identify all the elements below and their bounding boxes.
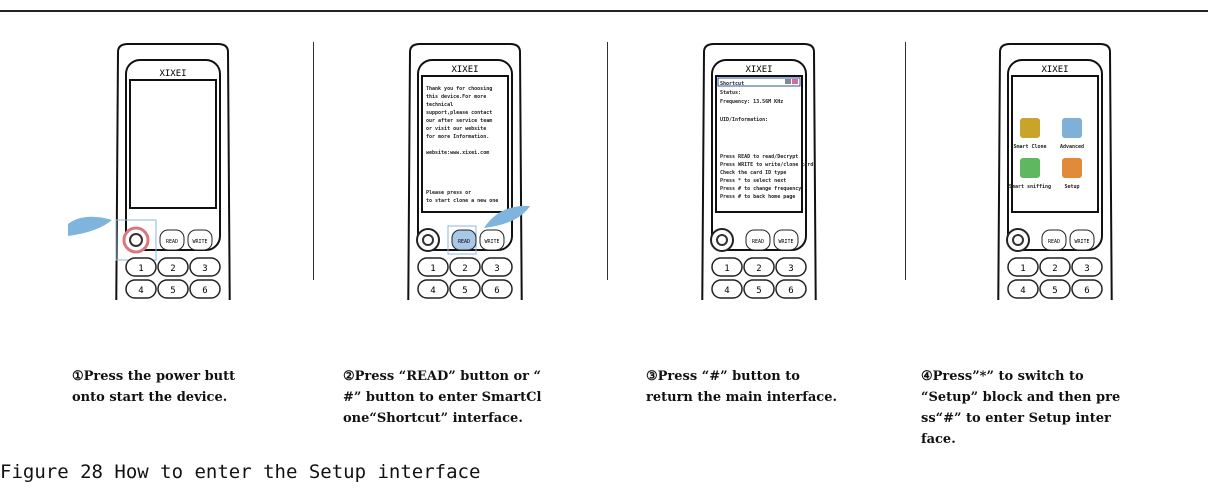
screen-hint: Check the card ID type — [720, 170, 786, 176]
svg-text:READ: READ — [458, 239, 470, 245]
screen-hint: Press * to select next — [720, 178, 786, 184]
smart-sniffing-icon — [1020, 158, 1040, 178]
keypad-key-label: 6 — [202, 286, 207, 296]
keypad-key-label: 5 — [1052, 286, 1057, 296]
screen-line: Frequency: 13.56M KHz — [720, 99, 783, 105]
svg-text:WRITE: WRITE — [778, 239, 793, 245]
brand-label: XIXEI — [745, 65, 772, 75]
keypad-key-label: 6 — [788, 286, 793, 296]
step-1-caption: ①Press the power butt onto start the dev… — [72, 369, 236, 405]
keypad-key-label: 4 — [1020, 286, 1025, 296]
device-screen — [129, 79, 217, 209]
read-key-label: READ — [166, 239, 178, 245]
keypad-key-label: 5 — [462, 286, 467, 296]
brand-label: XIXEI — [1041, 65, 1068, 75]
screen-line: to start clone a new one — [426, 198, 498, 204]
keypad-key-label: 3 — [1084, 264, 1089, 274]
step-4-figure: XIXEI Smart Clone Advanced Smart sniffin… — [940, 0, 1135, 343]
hand-pointer-icon — [68, 216, 112, 236]
step-2-caption: ②Press “READ” button or “ #” button to e… — [343, 369, 542, 426]
step-1-figure: XIXEI READ WRITE 123456789*0# — [68, 0, 238, 343]
keypad-key-label: 4 — [138, 286, 143, 296]
brand-label: XIXEI — [451, 65, 478, 75]
screen-title: Shortcut — [720, 81, 744, 87]
keypad-key-label: 5 — [170, 286, 175, 296]
keypad-key-label: 3 — [788, 264, 793, 274]
screen-line: this device.For more — [426, 94, 486, 100]
step-4-caption: ④Press”*” to switch to “Setup” block and… — [921, 369, 1121, 447]
screen-hint: Press READ to read/Decrypt — [720, 154, 798, 160]
keypad-key-label: 6 — [1084, 286, 1089, 296]
device-illustration: XIXEI Thank you for choosing this device.… — [406, 43, 530, 343]
screen-line: Please press or — [426, 190, 471, 196]
keypad-key-label: 6 — [494, 286, 499, 296]
separator — [607, 42, 608, 280]
keypad-key-label: 4 — [430, 286, 435, 296]
screen-line: Thank you for choosing — [426, 86, 492, 92]
screen-line: website:www.xixei.com — [426, 150, 489, 156]
device-illustration: XIXEI READ WRITE 123456789*0# — [68, 43, 232, 343]
write-key-label: WRITE — [192, 239, 207, 245]
keypad-key-label: 4 — [724, 286, 729, 296]
power-icon — [122, 226, 150, 254]
device-illustration: XIXEI Shortcut Status: Frequency: 13.56M … — [700, 43, 832, 343]
device-illustration: XIXEI Smart Clone Advanced Smart sniffin… — [940, 43, 1135, 343]
screen-hint: Press WRITE to write/clone card — [720, 162, 813, 168]
svg-text:Smart Clone: Smart Clone — [1013, 144, 1046, 150]
screen-hint: Press # to back home page — [720, 194, 795, 200]
screen-line: Status: — [720, 90, 741, 96]
screen-line: our after service team — [426, 118, 492, 124]
step-3-caption: ③Press “#” button to return the main int… — [646, 369, 837, 405]
svg-text:Smart sniffing: Smart sniffing — [1009, 184, 1051, 190]
step-3-figure: XIXEI Shortcut Status: Frequency: 13.56M … — [654, 0, 832, 343]
brand-label: XIXEI — [159, 69, 186, 79]
screen-line: for more Information. — [426, 134, 489, 140]
keypad-key-label: 1 — [724, 264, 729, 274]
smart-clone-icon — [1020, 118, 1040, 138]
screen-line: UID/Information: — [720, 117, 768, 123]
screen-hint: Press # to change frequency — [720, 186, 801, 192]
svg-text:WRITE: WRITE — [484, 239, 499, 245]
svg-text:WRITE: WRITE — [1074, 239, 1089, 245]
separator — [313, 42, 314, 280]
svg-text:Advanced: Advanced — [1060, 144, 1084, 150]
keypad-key-label: 3 — [202, 264, 207, 274]
screen-line: technical — [426, 102, 453, 108]
keypad-key-label: 1 — [1020, 264, 1025, 274]
separator — [905, 42, 906, 280]
keypad-key-label: 2 — [756, 264, 761, 274]
svg-text:READ: READ — [752, 239, 764, 245]
screen-line: or visit our website — [426, 126, 486, 132]
keypad-key-label: 3 — [494, 264, 499, 274]
keypad-key-label: 5 — [756, 286, 761, 296]
setup-icon — [1062, 158, 1082, 178]
keypad-key-label: 2 — [1052, 264, 1057, 274]
svg-text:READ: READ — [1048, 239, 1060, 245]
advanced-icon — [1062, 118, 1082, 138]
figure-caption: Figure 28 How to enter the Setup interfa… — [0, 461, 481, 483]
keypad-key-label: 1 — [138, 264, 143, 274]
step-2-figure: XIXEI Thank you for choosing this device.… — [360, 0, 530, 343]
keypad-key-label: 2 — [170, 264, 175, 274]
keypad-key-label: 1 — [430, 264, 435, 274]
svg-text:Setup: Setup — [1064, 184, 1079, 190]
keypad-key-label: 2 — [462, 264, 467, 274]
screen-line: support,please contact — [426, 110, 492, 116]
